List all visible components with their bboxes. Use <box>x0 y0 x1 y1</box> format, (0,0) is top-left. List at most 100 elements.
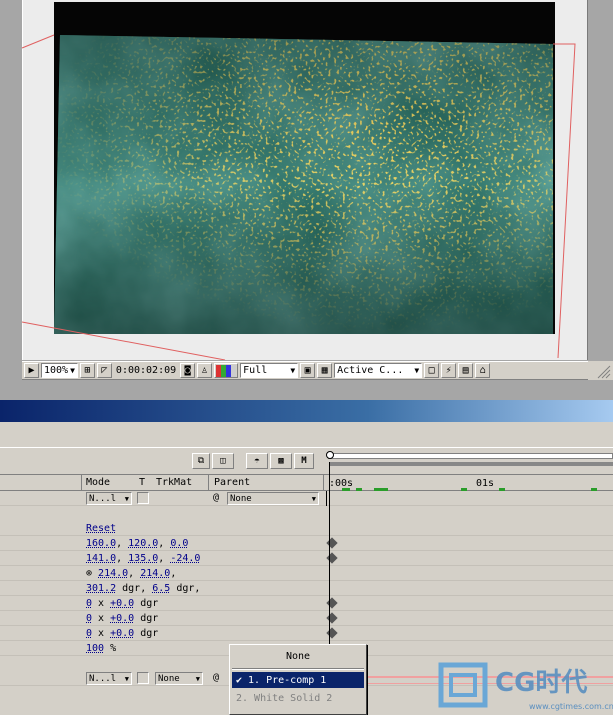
property-number[interactable]: 120.0 <box>128 538 158 549</box>
brainstorm-icon[interactable]: ▩ <box>270 453 292 469</box>
color-channels-icon[interactable] <box>214 363 239 378</box>
chevron-down-icon: ▼ <box>124 674 129 683</box>
property-separator: % <box>104 643 117 654</box>
property-row: 160.0, 120.0, 0.0 <box>0 536 613 551</box>
property-separator: , <box>158 538 171 549</box>
property-separator: , <box>128 568 141 579</box>
layer-1-mode-dropdown[interactable]: N...l ▼ <box>86 492 132 505</box>
property-value[interactable]: 301.2 dgr, 6.5 dgr, <box>86 581 200 596</box>
zoom-dropdown[interactable]: 100% ▼ <box>41 363 78 378</box>
composition-render[interactable] <box>0 0 613 360</box>
layer-2-trkmat-value: None <box>158 673 180 684</box>
property-separator: dgr <box>134 628 159 639</box>
mode-column-header[interactable]: Mode <box>86 477 110 488</box>
property-value[interactable]: 0 x +0.0 dgr <box>86 611 158 626</box>
layer-1-mode-value: N...l <box>89 493 117 504</box>
snapshot-icon[interactable]: ◙ <box>180 363 196 378</box>
layer-2-mode-dropdown[interactable]: N...l ▼ <box>86 672 132 685</box>
draft-3d-icon[interactable]: ⧉ <box>192 453 210 469</box>
fast-preview-icon[interactable]: ⚡ <box>441 363 457 378</box>
motion-blur-icon[interactable]: ☂ <box>246 453 268 469</box>
layer-1-parent-dropdown[interactable]: None ▼ <box>227 492 319 505</box>
layer-row-1[interactable]: N...l ▼ @ None ▼ <box>0 491 613 506</box>
property-number[interactable]: +0.0 <box>110 628 134 639</box>
watermark: CG时代 www.cgtimes.com.cn <box>437 659 613 715</box>
graph-editor-button[interactable]: M <box>294 453 314 469</box>
property-value[interactable]: 141.0, 135.0, -24.0 <box>86 551 200 566</box>
composition-toolbar: ▶ 100% ▼ ⊞ ◸ 0:00:02:09 ◙ ♙ Full ▼ ▣ ▦ Act… <box>22 361 588 380</box>
property-number[interactable]: 6.5 <box>152 583 170 594</box>
view-value: Active C... <box>337 365 404 376</box>
property-number[interactable]: 141.0 <box>86 553 116 564</box>
chevron-down-icon: ▼ <box>290 366 296 375</box>
property-number[interactable]: 301.2 <box>86 583 116 594</box>
property-row: ⊚ 214.0, 214.0, <box>0 566 613 581</box>
property-value[interactable]: Reset <box>86 521 116 536</box>
property-value[interactable]: 0 x +0.0 dgr <box>86 626 158 641</box>
resize-grip[interactable] <box>588 361 613 380</box>
parent-menu-item-pre-comp-1[interactable]: ✔ 1. Pre-comp 1 <box>232 672 364 688</box>
property-value[interactable]: 0 x +0.0 dgr <box>86 596 158 611</box>
layer-2-preserve-transparency-checkbox[interactable] <box>137 672 149 684</box>
property-row: 141.0, 135.0, -24.0 <box>0 551 613 566</box>
property-separator: dgr <box>134 613 159 624</box>
property-value[interactable]: ⊚ 214.0, 214.0, <box>86 566 176 581</box>
cg-logo-icon: CG时代 www.cgtimes.com.cn <box>438 662 613 711</box>
time-navigator-bar[interactable] <box>330 462 613 466</box>
zoom-value: 100% <box>44 365 69 376</box>
property-number[interactable]: 160.0 <box>86 538 116 549</box>
pickwhip-icon[interactable]: @ <box>213 492 219 503</box>
time-ruler[interactable]: :00s 01s <box>326 422 613 491</box>
property-number[interactable]: 214.0 <box>98 568 128 579</box>
property-number[interactable]: 0.0 <box>170 538 188 549</box>
trkmat-column-header[interactable]: TrkMat <box>156 477 192 488</box>
parent-menu-item-none[interactable]: None <box>232 647 364 665</box>
property-separator: dgr, <box>170 583 201 594</box>
roi-icon[interactable]: ▣ <box>300 363 316 378</box>
property-number[interactable]: 214.0 <box>140 568 170 579</box>
property-separator: , <box>158 553 171 564</box>
property-row: 0 x +0.0 dgr <box>0 611 613 626</box>
preview-icon[interactable]: ▶ <box>24 363 39 378</box>
parent-dropdown-menu: None ✔ 1. Pre-comp 1 2. White Solid 2 <box>229 644 367 715</box>
property-value[interactable]: 100 % <box>86 641 116 656</box>
mask-icon[interactable]: ◸ <box>96 363 112 378</box>
property-number[interactable]: -24.0 <box>170 553 200 564</box>
layer-2-mode-value: N...l <box>89 673 117 684</box>
property-value[interactable]: 160.0, 120.0, 0.0 <box>86 536 188 551</box>
parent-menu-item-white-solid-2[interactable]: 2. White Solid 2 <box>232 690 364 706</box>
composition-viewer: ▶ 100% ▼ ⊞ ◸ 0:00:02:09 ◙ ♙ Full ▼ ▣ ▦ Act… <box>0 0 613 400</box>
property-number[interactable]: 100 <box>86 643 104 654</box>
view-layout-icon[interactable]: □ <box>424 363 440 378</box>
property-row: Reset <box>0 521 613 536</box>
comp-flowchart-icon[interactable]: ⌂ <box>475 363 491 378</box>
property-number[interactable]: +0.0 <box>110 613 134 624</box>
property-separator: x <box>92 598 111 609</box>
layer-1-preserve-transparency-checkbox[interactable] <box>137 492 149 504</box>
safe-zones-icon[interactable]: ⊞ <box>79 363 95 378</box>
constrain-proportions-icon[interactable]: ⊚ <box>86 568 98 579</box>
timecode-display[interactable]: 0:00:02:09 <box>113 363 179 378</box>
frame-blending-icon[interactable]: ◫ <box>212 453 234 469</box>
t-column-header[interactable]: T <box>139 477 145 488</box>
chevron-down-icon: ▼ <box>195 674 200 683</box>
property-row: 0 x +0.0 dgr <box>0 626 613 641</box>
layer-outline-right <box>553 43 576 359</box>
current-time-indicator-track[interactable] <box>328 453 613 459</box>
pickwhip-icon[interactable]: @ <box>213 672 219 683</box>
resolution-dropdown[interactable]: Full ▼ <box>240 363 299 378</box>
layer-1-parent-value: None <box>230 493 252 504</box>
view-dropdown[interactable]: Active C... ▼ <box>334 363 423 378</box>
property-number[interactable]: 135.0 <box>128 553 158 564</box>
transparency-grid-icon[interactable]: ▦ <box>317 363 333 378</box>
resize-grip-icon <box>597 365 611 379</box>
parent-column-header[interactable]: Parent <box>214 477 250 488</box>
property-number[interactable]: +0.0 <box>110 598 134 609</box>
property-number[interactable]: Reset <box>86 523 116 534</box>
show-snapshot-icon[interactable]: ♙ <box>197 363 213 378</box>
current-time-handle[interactable] <box>326 451 334 459</box>
timeline-title-bar[interactable] <box>0 400 613 422</box>
layer-2-trkmat-dropdown[interactable]: None ▼ <box>155 672 203 685</box>
property-separator: dgr, <box>116 583 153 594</box>
flowchart-icon[interactable]: ▤ <box>458 363 474 378</box>
